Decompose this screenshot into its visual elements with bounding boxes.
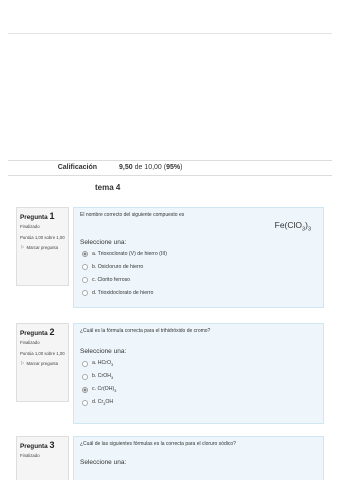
radio-button[interactable] [82, 264, 88, 271]
flag-question-label: Marcar pregunta [26, 361, 59, 366]
question-formula: Fe(ClO3)3 [80, 220, 311, 233]
question-label-2: Pregunta 2 [20, 327, 65, 339]
answer-prompt: Seleccione una: [80, 459, 127, 466]
grade-score: 9,50 [119, 164, 133, 171]
quiz-title: tema 4 [95, 183, 121, 192]
question-info-2: Pregunta 2 Finalizado Puntúa 1,00 sobre … [16, 323, 69, 402]
option-subscript: 3 [111, 376, 114, 381]
option-text-end: OH [105, 398, 114, 405]
flag-icon: ⚐ [20, 245, 25, 251]
question-text: El nombre correcto del siguiente compues… [80, 212, 185, 218]
answer-option[interactable]: a. Trioxoclorato (V) de hierro (III) [80, 248, 317, 261]
answer-option[interactable]: a. HCrO3 [80, 357, 317, 370]
question-word: Pregunta [20, 330, 48, 337]
question-label-1: Pregunta 1 [20, 211, 65, 223]
question-info-3: Pregunta 3 Finalizado [16, 436, 69, 480]
question-number: 2 [49, 327, 55, 337]
answer-option[interactable]: b. Oxicloruro de hierro [80, 261, 317, 274]
radio-button-selected[interactable] [82, 386, 88, 393]
answer-option-label: d. Trioxidoclorato de hierro [92, 290, 154, 297]
flag-question-label: Marcar pregunta [26, 245, 59, 250]
radio-button[interactable] [82, 290, 88, 297]
radio-button[interactable] [82, 360, 88, 367]
question-content-3: ¿Cuál de las siguientes fórmulas es la c… [73, 436, 324, 480]
formula-sub: 3 [307, 226, 311, 233]
formula-base: Fe(ClO [274, 220, 303, 230]
answer-option-label: d. Cr3OH [92, 399, 113, 406]
option-text: c. Cr(OH) [92, 385, 115, 392]
answer-option[interactable]: c. Cr(OH)3 [80, 383, 317, 396]
question-state: Finalizado [20, 453, 40, 458]
answer-prompt: Seleccione una: [80, 348, 127, 355]
flag-question-link[interactable]: ⚐ Marcar pregunta [20, 245, 65, 251]
answer-option-label: c. Clorito ferroso [92, 277, 131, 284]
answer-option-label: a. Trioxoclorato (V) de hierro (III) [92, 251, 167, 258]
option-subscript: 3 [114, 389, 117, 394]
question-word: Pregunta [20, 214, 48, 221]
answer-option[interactable]: b. CrOH3 [80, 370, 317, 383]
question-label-3: Pregunta 3 [20, 440, 65, 452]
radio-button-selected[interactable] [82, 251, 88, 258]
question-content-1: El nombre correcto del siguiente compues… [73, 207, 324, 308]
grade-value: 9,50 de 10,00 (95%) [119, 161, 182, 175]
answer-option[interactable]: c. Clorito ferroso [80, 274, 317, 287]
question-word: Pregunta [20, 443, 48, 450]
question-grade: Puntúa 1,00 sobre 1,00 [20, 351, 65, 356]
top-divider [8, 33, 332, 34]
grade-percent: 95% [166, 164, 181, 171]
question-text: ¿Cuál es la fórmula correcta para el tri… [80, 328, 211, 334]
question-number: 1 [49, 211, 55, 221]
question-grade: Puntúa 1,00 sobre 1,00 [20, 235, 65, 240]
answer-prompt: Seleccione una: [80, 238, 127, 246]
question-info-1: Pregunta 1 Finalizado Puntúa 1,00 sobre … [16, 207, 69, 286]
radio-button[interactable] [82, 373, 88, 380]
answer-option-label: a. HCrO3 [92, 360, 113, 367]
flag-icon: ⚐ [20, 361, 25, 367]
radio-button[interactable] [82, 277, 88, 284]
question-state: Finalizado [20, 224, 40, 229]
option-text: d. Cr [92, 398, 104, 405]
answer-option-label: c. Cr(OH)3 [92, 386, 116, 393]
answer-option[interactable]: d. Cr3OH [80, 396, 317, 409]
flag-question-link[interactable]: ⚐ Marcar pregunta [20, 361, 65, 367]
grade-total: de 10,00 ( [132, 164, 167, 171]
answer-option-label: b. CrOH3 [92, 373, 113, 380]
option-text: a. HCrO [92, 359, 112, 366]
grade-close: ) [180, 164, 183, 171]
answer-option[interactable]: d. Trioxidoclorato de hierro [80, 287, 317, 300]
question-state: Finalizado [20, 340, 40, 345]
grade-label: Calificación [57, 164, 97, 171]
question-content-2: ¿Cuál es la fórmula correcta para el tri… [73, 323, 324, 424]
grade-summary: Calificación 9,50 de 10,00 (95%) [8, 160, 332, 176]
option-subscript: 3 [111, 363, 114, 368]
question-number: 3 [49, 440, 55, 450]
radio-button[interactable] [82, 399, 88, 406]
question-text: ¿Cuál de las siguientes fórmulas es la c… [80, 441, 236, 447]
option-text: b. CrOH [92, 372, 112, 379]
answer-option-label: b. Oxicloruro de hierro [92, 264, 144, 271]
